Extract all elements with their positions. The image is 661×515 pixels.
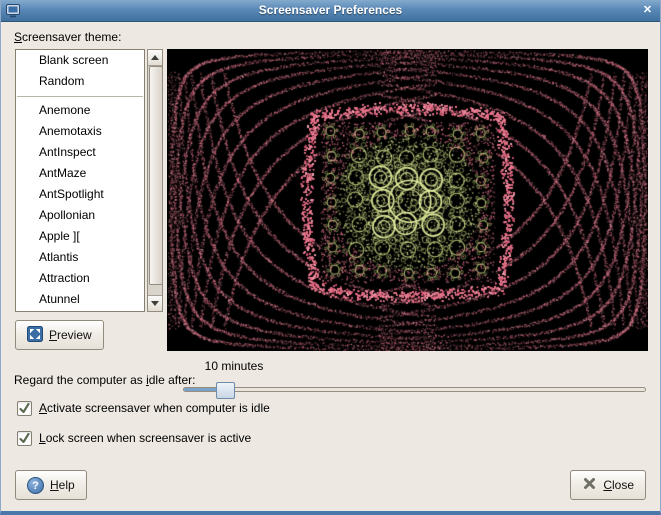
idle-delay-slider[interactable] (183, 382, 646, 399)
preview-canvas (167, 49, 648, 351)
slider-value-label: 10 minutes (204, 359, 264, 373)
close-button-label: Close (603, 478, 634, 492)
idle-delay-label: Regard the computer as idle after: (14, 373, 196, 387)
activate-screensaver-checkbox[interactable] (17, 400, 32, 416)
arrow-down-icon (151, 301, 159, 306)
screensaver-preferences-window: Screensaver Preferences ✕ Screensaver th… (0, 0, 661, 515)
theme-list-item[interactable]: AntMaze (16, 163, 144, 184)
check-icon (19, 432, 30, 443)
list-scrollbar[interactable] (147, 49, 163, 312)
theme-list-item[interactable]: Apollonian (16, 205, 144, 226)
theme-list-item[interactable]: Atlantis (16, 247, 144, 268)
theme-list-item[interactable]: Attraction (16, 268, 144, 289)
titlebar[interactable]: Screensaver Preferences ✕ (1, 0, 660, 22)
help-button-label: Help (50, 478, 75, 492)
close-icon (582, 476, 597, 494)
theme-list-item[interactable]: Anemone (16, 100, 144, 121)
help-icon: ? (27, 476, 44, 494)
preview-button-label: Preview (49, 328, 92, 342)
theme-list-item[interactable]: Apple ][ (16, 226, 144, 247)
lock-screen-checkbox[interactable] (17, 430, 32, 446)
theme-list-item[interactable]: Atunnel (16, 289, 144, 310)
lock-screen-label: Lock screen when screensaver is active (39, 431, 252, 445)
check-icon (19, 402, 30, 413)
theme-list-item[interactable]: AntInspect (16, 142, 144, 163)
theme-list-item[interactable]: Anemotaxis (16, 121, 144, 142)
theme-list-item[interactable]: Blank screen (16, 50, 144, 71)
titlebar-close-button[interactable]: ✕ (639, 2, 656, 19)
theme-list-item[interactable]: Random (16, 71, 144, 92)
slider-thumb[interactable] (216, 382, 235, 399)
theme-list[interactable]: Blank screen Random Anemone Anemotaxis A… (15, 49, 145, 312)
theme-list-item[interactable]: AntSpotlight (16, 184, 144, 205)
close-button[interactable]: Close (570, 470, 646, 500)
scroll-down-button[interactable] (148, 295, 162, 311)
theme-label: Screensaver theme: (14, 30, 122, 44)
arrow-up-icon (151, 55, 159, 60)
window-title: Screensaver Preferences (258, 3, 403, 17)
scrollbar-thumb[interactable] (149, 66, 163, 285)
preview-button[interactable]: Preview (15, 320, 104, 350)
list-separator (16, 92, 144, 100)
fullscreen-icon (27, 325, 43, 345)
scroll-up-button[interactable] (148, 50, 162, 66)
help-button[interactable]: ? Help (15, 470, 87, 500)
window-icon (6, 4, 20, 18)
slider-fill (184, 388, 217, 391)
activate-screensaver-label: Activate screensaver when computer is id… (39, 401, 270, 415)
